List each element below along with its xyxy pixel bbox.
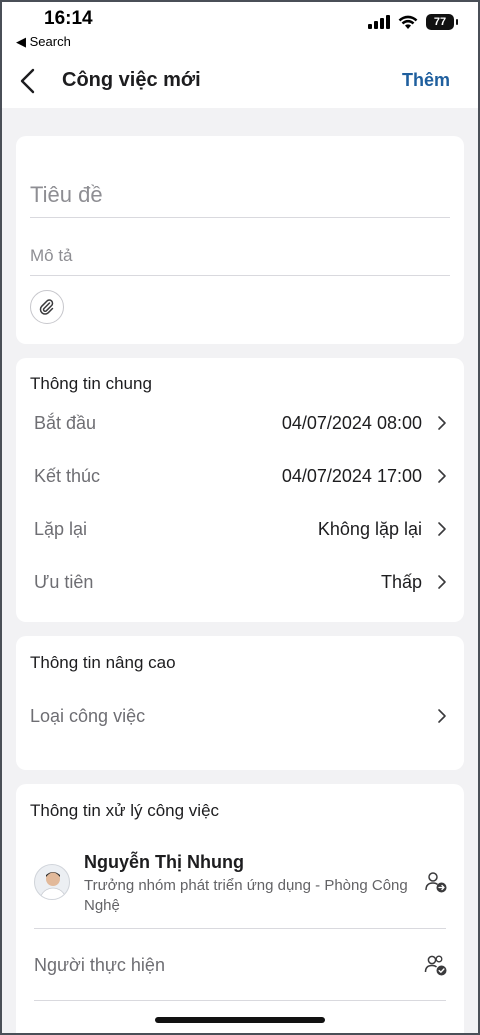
assignee-row[interactable]: Người thực hiện — [34, 950, 448, 980]
start-time-value: 04/07/2024 08:00 — [281, 412, 422, 433]
task-input-card: Tiêu đề Mô tả — [16, 136, 464, 344]
chevron-right-icon — [438, 709, 446, 723]
battery-icon: 77 — [426, 14, 458, 30]
section-title-processing: Thông tin xử lý công việc — [30, 801, 220, 820]
chevron-right-icon — [438, 469, 446, 483]
chevron-right-icon — [438, 575, 446, 589]
processing-info-card: Thông tin xử lý công việc Nguyễn Thị Nhu… — [16, 784, 464, 1035]
divider — [34, 1000, 446, 1001]
avatar — [34, 864, 70, 900]
transfer-owner-button[interactable] — [424, 870, 448, 894]
priority-value: Thấp — [380, 571, 422, 592]
battery-level: 77 — [433, 16, 447, 28]
back-button[interactable] — [16, 66, 44, 96]
title-input[interactable]: Tiêu đề — [30, 172, 450, 218]
repeat-row[interactable]: Lặp lại Không lặp lại — [34, 514, 448, 544]
start-time-label: Bắt đầu — [34, 412, 97, 433]
chevron-left-icon — [20, 68, 35, 94]
paperclip-icon — [39, 299, 54, 315]
task-type-label: Loại công việc — [30, 705, 146, 726]
end-time-row[interactable]: Kết thúc 04/07/2024 17:00 — [34, 461, 448, 491]
person-icon — [39, 872, 67, 899]
owner-name: Nguyễn Thị Nhung — [84, 852, 244, 872]
home-indicator — [155, 1017, 325, 1023]
chevron-right-icon — [438, 416, 446, 430]
status-time: 16:14 — [44, 8, 93, 29]
section-title-general: Thông tin chung — [30, 374, 152, 393]
end-time-value: 04/07/2024 17:00 — [281, 465, 422, 486]
section-title-advanced: Thông tin nâng cao — [30, 653, 176, 672]
users-check-icon — [424, 955, 447, 976]
end-time-label: Kết thúc — [34, 465, 101, 486]
status-bar: 16:14 ◀ Search 77 — [0, 0, 480, 54]
start-time-row[interactable]: Bắt đầu 04/07/2024 08:00 — [34, 408, 448, 438]
attach-button[interactable] — [30, 290, 64, 324]
page-title: Công việc mới — [62, 69, 201, 91]
navigation-bar: Công việc mới Thêm — [0, 54, 480, 108]
divider — [34, 928, 446, 929]
repeat-value: Không lặp lại — [317, 518, 422, 539]
task-owner: Nguyễn Thị Nhung Trưởng nhóm phát triển … — [34, 852, 448, 914]
status-icons: 77 — [368, 14, 458, 30]
assignee-label: Người thực hiện — [34, 954, 165, 975]
description-input[interactable]: Mô tả — [30, 236, 450, 276]
chevron-right-icon — [438, 522, 446, 536]
task-type-row[interactable]: Loại công việc — [30, 701, 448, 731]
general-info-card: Thông tin chung Bắt đầu 04/07/2024 08:00… — [16, 358, 464, 622]
owner-role: Trưởng nhóm phát triển ứng dụng - Phòng … — [84, 877, 408, 914]
back-to-app-link[interactable]: ◀ Search — [16, 34, 71, 50]
priority-label: Ưu tiên — [34, 571, 94, 592]
signal-icon — [368, 15, 390, 29]
wifi-icon — [398, 15, 418, 29]
add-button[interactable]: Thêm — [402, 70, 450, 91]
priority-row[interactable]: Ưu tiên Thấp — [34, 567, 448, 597]
repeat-label: Lặp lại — [34, 518, 88, 539]
user-transfer-icon — [425, 872, 447, 893]
advanced-info-card: Thông tin nâng cao Loại công việc — [16, 636, 464, 770]
